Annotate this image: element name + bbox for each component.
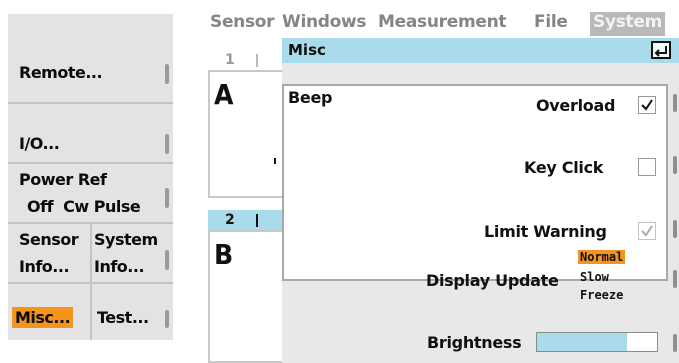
enter-key-icon[interactable]: [651, 41, 671, 59]
beep-label: Beep: [288, 88, 333, 107]
window-tab-separator: [256, 214, 258, 227]
display-update-label: Display Update: [426, 271, 559, 290]
window-2-letter: B: [214, 238, 234, 271]
softkey-sensor-info-line2: Info...: [19, 257, 70, 276]
misc-dialog: Misc Beep Overload Key Click Limit Warni…: [282, 38, 679, 363]
window-2-number: 2: [225, 212, 235, 228]
window-1-letter: A: [214, 78, 234, 111]
measurement-windows: 1 A 2 B: [208, 40, 288, 363]
softkey-sensor-info[interactable]: Sensor Info...: [8, 224, 90, 282]
menu-system[interactable]: System: [590, 12, 666, 36]
limit-warning-arrow-icon: [673, 220, 677, 238]
softkey-misc[interactable]: Misc...: [8, 284, 90, 340]
softkey-remote[interactable]: Remote...: [8, 14, 173, 104]
key-click-arrow-icon: [673, 156, 677, 174]
display-update-option-slow[interactable]: Slow: [580, 270, 609, 284]
limit-warning-checkbox[interactable]: [638, 222, 656, 240]
softkey-arrow-icon: [165, 64, 169, 84]
overload-arrow-icon: [673, 94, 677, 112]
window-2-frame[interactable]: B: [208, 230, 286, 363]
window-1-marker: [274, 158, 276, 164]
softkey-test[interactable]: Test...: [92, 284, 173, 340]
display-update-option-normal[interactable]: Normal: [578, 250, 626, 264]
softkey-remote-label: Remote...: [19, 63, 103, 82]
dialog-title-bar: Misc: [282, 38, 679, 63]
brightness-label: Brightness: [427, 333, 522, 352]
window-tab-separator: [256, 54, 258, 67]
brightness-fill: [537, 333, 627, 351]
softkey-arrow-icon: [165, 188, 169, 208]
softkey-system-info-line2: Info...: [94, 257, 145, 276]
key-click-checkbox[interactable]: [638, 158, 656, 176]
menu-file[interactable]: File: [534, 12, 568, 32]
softkey-power-ref-options: Off Cw Pulse: [27, 197, 141, 216]
window-2-tab[interactable]: 2: [208, 210, 286, 230]
softkey-misc-label: Misc...: [12, 307, 74, 328]
softkey-arrow-icon: [165, 250, 169, 270]
menu-sensor[interactable]: Sensor: [210, 12, 275, 32]
enter-arrow-icon: [654, 46, 667, 57]
menu-measurement[interactable]: Measurement: [378, 12, 507, 32]
display-update-option-freeze[interactable]: Freeze: [580, 288, 623, 302]
window-1-frame[interactable]: A: [208, 70, 286, 198]
window-1-number: 1: [225, 52, 235, 68]
limit-warning-label: Limit Warning: [484, 222, 607, 241]
brightness-arrow-icon: [673, 334, 677, 352]
softkey-info-row: Sensor Info... System Info...: [8, 224, 173, 284]
overload-label: Overload: [536, 96, 616, 115]
softkey-power-ref-title: Power Ref: [19, 170, 107, 189]
display-update-arrow-icon: [673, 270, 677, 288]
overload-checkbox[interactable]: [638, 96, 656, 114]
softkey-test-label: Test...: [97, 308, 149, 327]
softkey-system-info[interactable]: System Info...: [92, 224, 173, 282]
softkey-panel: Remote... I/O... Power Ref Off Cw Pulse …: [8, 14, 173, 340]
checkmark-icon: [641, 225, 653, 237]
softkey-io-label: I/O...: [19, 134, 60, 153]
softkey-arrow-icon: [165, 310, 169, 328]
softkey-power-ref[interactable]: Power Ref Off Cw Pulse: [8, 164, 173, 224]
menu-bar: Sensor Windows Measurement File System: [208, 12, 679, 37]
softkey-system-info-line1: System: [94, 230, 158, 249]
checkmark-icon: [641, 99, 653, 111]
key-click-label: Key Click: [524, 158, 604, 177]
window-1-tab[interactable]: 1: [208, 50, 286, 70]
softkey-io[interactable]: I/O...: [8, 104, 173, 164]
softkey-arrow-icon: [165, 134, 169, 154]
softkey-sensor-info-line1: Sensor: [19, 230, 79, 249]
brightness-slider[interactable]: [536, 332, 658, 352]
dialog-title: Misc: [288, 41, 326, 59]
softkey-misc-test-row: Misc... Test...: [8, 284, 173, 340]
menu-windows[interactable]: Windows: [282, 12, 367, 32]
